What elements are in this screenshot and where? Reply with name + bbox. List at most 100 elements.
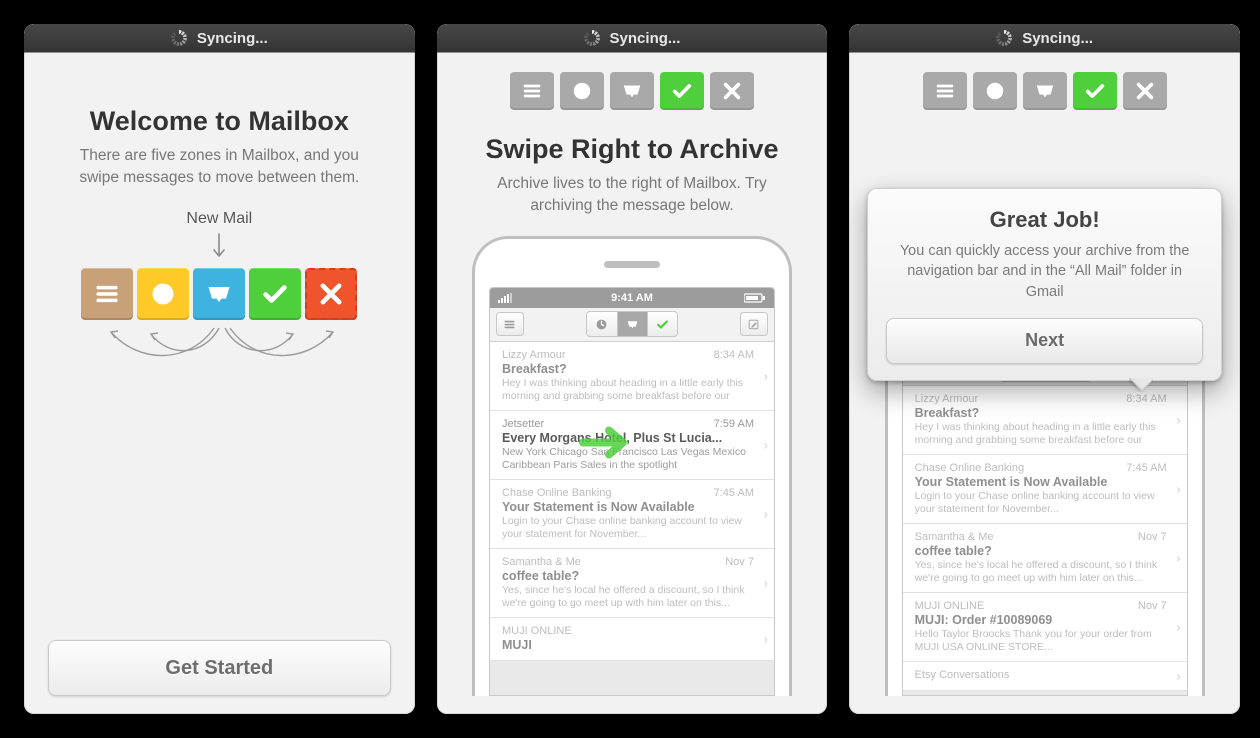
phone-mock: 9:41 AM Lizzy Armour8:34 AMBreakfast?Hey… bbox=[472, 236, 792, 696]
seg-archive[interactable] bbox=[647, 312, 677, 336]
swipe-arcs-icon bbox=[79, 324, 359, 374]
mail-time: Nov 7 bbox=[1138, 600, 1167, 612]
zone-indicator-trash bbox=[1123, 72, 1167, 110]
status-bar-label: Syncing... bbox=[610, 30, 681, 47]
swipe-title: Swipe Right to Archive bbox=[461, 134, 804, 165]
signal-icon bbox=[498, 293, 513, 303]
phone-status-bar: 9:41 AM bbox=[490, 288, 774, 308]
status-bar-label: Syncing... bbox=[1022, 30, 1093, 47]
mail-list[interactable]: Lizzy Armour8:34 AMBreakfast?Hey I was t… bbox=[903, 386, 1187, 691]
mail-from: MUJI ONLINE bbox=[502, 625, 756, 637]
new-mail-label: New Mail bbox=[186, 210, 252, 228]
mail-subject: Your Statement is Now Available bbox=[915, 475, 1169, 489]
status-bar: Syncing... bbox=[437, 24, 828, 52]
zone-indicator-lists bbox=[510, 72, 554, 110]
status-bar: Syncing... bbox=[849, 24, 1240, 52]
battery-icon bbox=[744, 293, 766, 303]
zone-indicator-bar bbox=[873, 72, 1216, 110]
chevron-right-icon: › bbox=[764, 437, 768, 452]
mail-row[interactable]: MUJI ONLINENov 7MUJI: Order #10089069Hel… bbox=[903, 593, 1187, 662]
mail-from: Etsy Conversations bbox=[915, 669, 1169, 681]
mail-time: 7:59 AM bbox=[714, 418, 754, 430]
phone-toolbar bbox=[490, 308, 774, 342]
mail-preview: Login to your Chase online banking accou… bbox=[502, 515, 756, 541]
mail-preview: Yes, since he's local he offered a disco… bbox=[915, 559, 1169, 585]
mail-row[interactable]: Samantha & MeNov 7coffee table?Yes, sinc… bbox=[490, 549, 774, 618]
phone-time: 9:41 AM bbox=[611, 292, 653, 304]
chevron-right-icon: › bbox=[1176, 482, 1180, 497]
mail-time: 7:45 AM bbox=[714, 487, 754, 499]
chevron-right-icon: › bbox=[764, 368, 768, 383]
seg-inbox[interactable] bbox=[617, 312, 647, 336]
mail-preview: Hello Taylor Broocks Thank you for your … bbox=[915, 628, 1169, 654]
mail-subject: MUJI bbox=[502, 638, 756, 652]
next-label: Next bbox=[1025, 330, 1064, 351]
zone-tile-inbox bbox=[193, 268, 245, 320]
mail-row[interactable]: Chase Online Banking7:45 AMYour Statemen… bbox=[903, 455, 1187, 524]
arrow-down-icon bbox=[212, 232, 226, 262]
welcome-subtitle: There are five zones in Mailbox, and you… bbox=[59, 145, 379, 190]
mail-time: Nov 7 bbox=[725, 556, 754, 568]
next-button[interactable]: Next bbox=[886, 318, 1203, 364]
onboarding-screen-swipe-archive: Syncing... Swipe Right to Archive Archiv… bbox=[437, 24, 828, 714]
view-segmented-control[interactable] bbox=[586, 311, 678, 337]
mail-row[interactable]: MUJI ONLINEMUJI › bbox=[490, 618, 774, 661]
mail-from: MUJI ONLINE bbox=[915, 600, 1169, 612]
mail-time: 8:34 AM bbox=[1126, 393, 1166, 405]
onboarding-screen-great-job: Syncing... Great Job! You can quickly ac… bbox=[849, 24, 1240, 714]
welcome-title: Welcome to Mailbox bbox=[48, 106, 391, 137]
zone-indicator-archive bbox=[1073, 72, 1117, 110]
get-started-button[interactable]: Get Started bbox=[48, 640, 391, 696]
mail-time: 8:34 AM bbox=[714, 349, 754, 361]
mail-from: Samantha & Me bbox=[915, 531, 1169, 543]
mail-subject: Breakfast? bbox=[915, 406, 1169, 420]
chevron-right-icon: › bbox=[764, 506, 768, 521]
great-job-popover: Great Job! You can quickly access your a… bbox=[867, 188, 1222, 381]
zone-indicator-lists bbox=[923, 72, 967, 110]
menu-button[interactable] bbox=[496, 312, 524, 336]
zone-indicator-later bbox=[973, 72, 1017, 110]
mail-subject: Every Morgans Hotel, Plus St Lucia... bbox=[502, 431, 756, 445]
zone-tile-lists bbox=[81, 268, 133, 320]
swipe-subtitle: Archive lives to the right of Mailbox. T… bbox=[472, 173, 792, 218]
mail-preview: New York Chicago San Francisco Las Vegas… bbox=[502, 446, 756, 472]
mail-row[interactable]: Lizzy Armour8:34 AMBreakfast?Hey I was t… bbox=[903, 386, 1187, 455]
mail-preview: Yes, since he's local he offered a disco… bbox=[502, 584, 756, 610]
sync-spinner-icon bbox=[996, 30, 1012, 46]
chevron-right-icon: › bbox=[764, 631, 768, 646]
status-bar: Syncing... bbox=[24, 24, 415, 52]
mail-row[interactable]: Jetsetter7:59 AMEvery Morgans Hotel, Plu… bbox=[490, 411, 774, 480]
zone-indicator-later bbox=[560, 72, 604, 110]
mail-list[interactable]: Lizzy Armour8:34 AMBreakfast?Hey I was t… bbox=[490, 342, 774, 661]
compose-button[interactable] bbox=[740, 312, 768, 336]
mail-preview: Hey I was thinking about heading in a li… bbox=[915, 421, 1169, 447]
zone-tile-archive bbox=[249, 268, 301, 320]
mail-row[interactable]: Samantha & MeNov 7coffee table?Yes, sinc… bbox=[903, 524, 1187, 593]
mail-row[interactable]: Etsy Conversations › bbox=[903, 662, 1187, 691]
onboarding-screen-welcome: Syncing... Welcome to Mailbox There are … bbox=[24, 24, 415, 714]
mail-time: 7:45 AM bbox=[1126, 462, 1166, 474]
sync-spinner-icon bbox=[584, 30, 600, 46]
mail-row[interactable]: Chase Online Banking7:45 AMYour Statemen… bbox=[490, 480, 774, 549]
mail-subject: Your Statement is Now Available bbox=[502, 500, 756, 514]
mail-from: Samantha & Me bbox=[502, 556, 756, 568]
chevron-right-icon: › bbox=[1176, 551, 1180, 566]
mail-row[interactable]: Lizzy Armour8:34 AMBreakfast?Hey I was t… bbox=[490, 342, 774, 411]
zones-diagram: New Mail bbox=[69, 268, 369, 320]
popover-title: Great Job! bbox=[886, 207, 1203, 233]
zone-tile-trash bbox=[305, 268, 357, 320]
chevron-right-icon: › bbox=[1176, 620, 1180, 635]
zone-indicator-bar bbox=[461, 72, 804, 110]
mail-subject: Breakfast? bbox=[502, 362, 756, 376]
chevron-right-icon: › bbox=[1176, 669, 1180, 684]
seg-later[interactable] bbox=[587, 312, 617, 336]
popover-body: You can quickly access your archive from… bbox=[890, 241, 1200, 302]
zone-indicator-trash bbox=[710, 72, 754, 110]
chevron-right-icon: › bbox=[764, 575, 768, 590]
mail-subject: coffee table? bbox=[915, 544, 1169, 558]
mail-subject: MUJI: Order #10089069 bbox=[915, 613, 1169, 627]
zone-indicator-inbox bbox=[610, 72, 654, 110]
popover-tail-icon bbox=[1129, 378, 1153, 392]
mail-preview: Login to your Chase online banking accou… bbox=[915, 490, 1169, 516]
sync-spinner-icon bbox=[171, 30, 187, 46]
